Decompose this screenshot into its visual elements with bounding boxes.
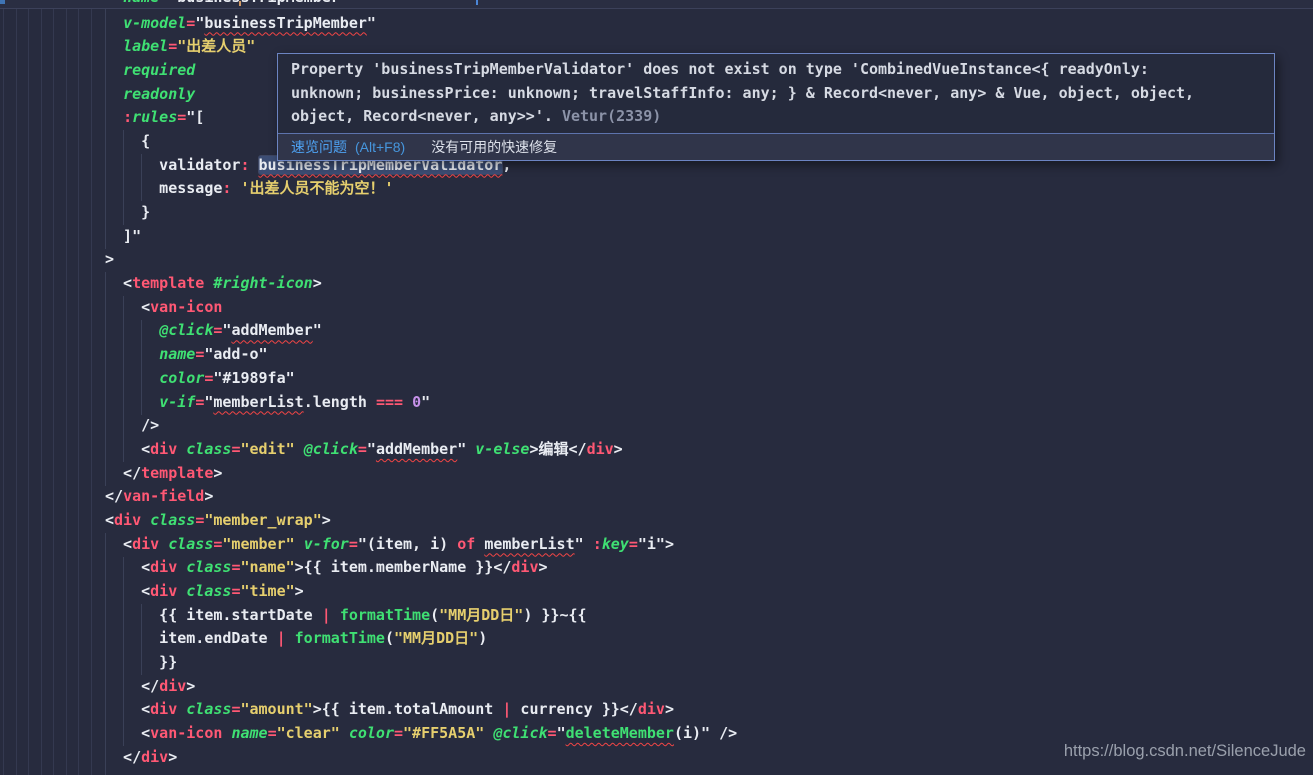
code-line[interactable]: <div class="edit" @click="addMember" v-e… <box>0 438 737 462</box>
code-line[interactable]: }} <box>0 651 737 675</box>
error-source: Vetur(2339) <box>562 107 661 125</box>
clipped-icon-fragment <box>0 0 5 4</box>
code-line[interactable]: </template> <box>0 462 737 486</box>
code-line[interactable]: @click="addMember" <box>0 319 737 343</box>
error-tooltip: Property 'businessTripMemberValidator' d… <box>277 53 1275 161</box>
code-line[interactable]: ]" <box>0 225 737 249</box>
watermark-url: https://blog.csdn.net/SilenceJude <box>1064 742 1306 761</box>
code-line[interactable]: color="#1989fa" <box>0 367 737 391</box>
clipped-top-code-line: name="businessTripMember" <box>0 0 1313 8</box>
peek-problem-link[interactable]: 速览问题 <box>291 137 347 157</box>
code-line[interactable]: v-if="memberList.length === 0" <box>0 391 737 415</box>
top-divider <box>0 8 1313 9</box>
code-line[interactable]: <div class="member" v-for="(item, i) of … <box>0 533 737 557</box>
code-line[interactable]: <van-icon <box>0 296 737 320</box>
code-line[interactable]: <van-icon name="clear" color="#FF5A5A" @… <box>0 722 737 746</box>
code-line: name="businessTripMember" <box>0 0 349 8</box>
error-message-line: object, Record<never, any>>'. Vetur(2339… <box>291 105 1261 129</box>
code-line[interactable]: <div class="name">{{ item.memberName }}<… <box>0 556 737 580</box>
code-line[interactable]: <template #right-icon> <box>0 272 737 296</box>
error-message-line: Property 'businessTripMemberValidator' d… <box>291 58 1261 82</box>
code-line[interactable]: item.endDate | formatTime("MM月DD日") <box>0 627 737 651</box>
tooltip-actions-bar: 速览问题 (Alt+F8) 没有可用的快速修复 <box>278 133 1274 160</box>
cursor-caret-fragment <box>239 1 241 6</box>
code-line[interactable]: message: '出差人员不能为空！' <box>0 177 737 201</box>
code-line[interactable]: name="add-o" <box>0 343 737 367</box>
clipped-marker-fragment <box>476 0 478 5</box>
code-line[interactable]: /> <box>0 414 737 438</box>
code-line[interactable]: v-model="businessTripMember" <box>0 12 737 36</box>
no-quickfix-text: 没有可用的快速修复 <box>431 137 557 157</box>
code-line[interactable]: {{ item.startDate | formatTime("MM月DD日")… <box>0 604 737 628</box>
code-editor[interactable]: name="businessTripMember" v-model="busin… <box>0 0 1313 775</box>
error-message: Property 'businessTripMemberValidator' d… <box>278 54 1274 133</box>
error-message-line: unknown; businessPrice: unknown; travelS… <box>291 82 1261 106</box>
code-line[interactable]: } <box>0 201 737 225</box>
code-line[interactable]: </div> <box>0 675 737 699</box>
peek-problem-shortcut[interactable]: (Alt+F8) <box>355 139 405 155</box>
code-line[interactable]: </div> <box>0 746 737 770</box>
code-line[interactable]: <div class="member_wrap"> <box>0 509 737 533</box>
code-line[interactable]: </van-field> <box>0 485 737 509</box>
code-line[interactable]: <div class="time"> <box>0 580 737 604</box>
code-line[interactable]: <div class="amount">{{ item.totalAmount … <box>0 698 737 722</box>
code-line[interactable]: > <box>0 248 737 272</box>
